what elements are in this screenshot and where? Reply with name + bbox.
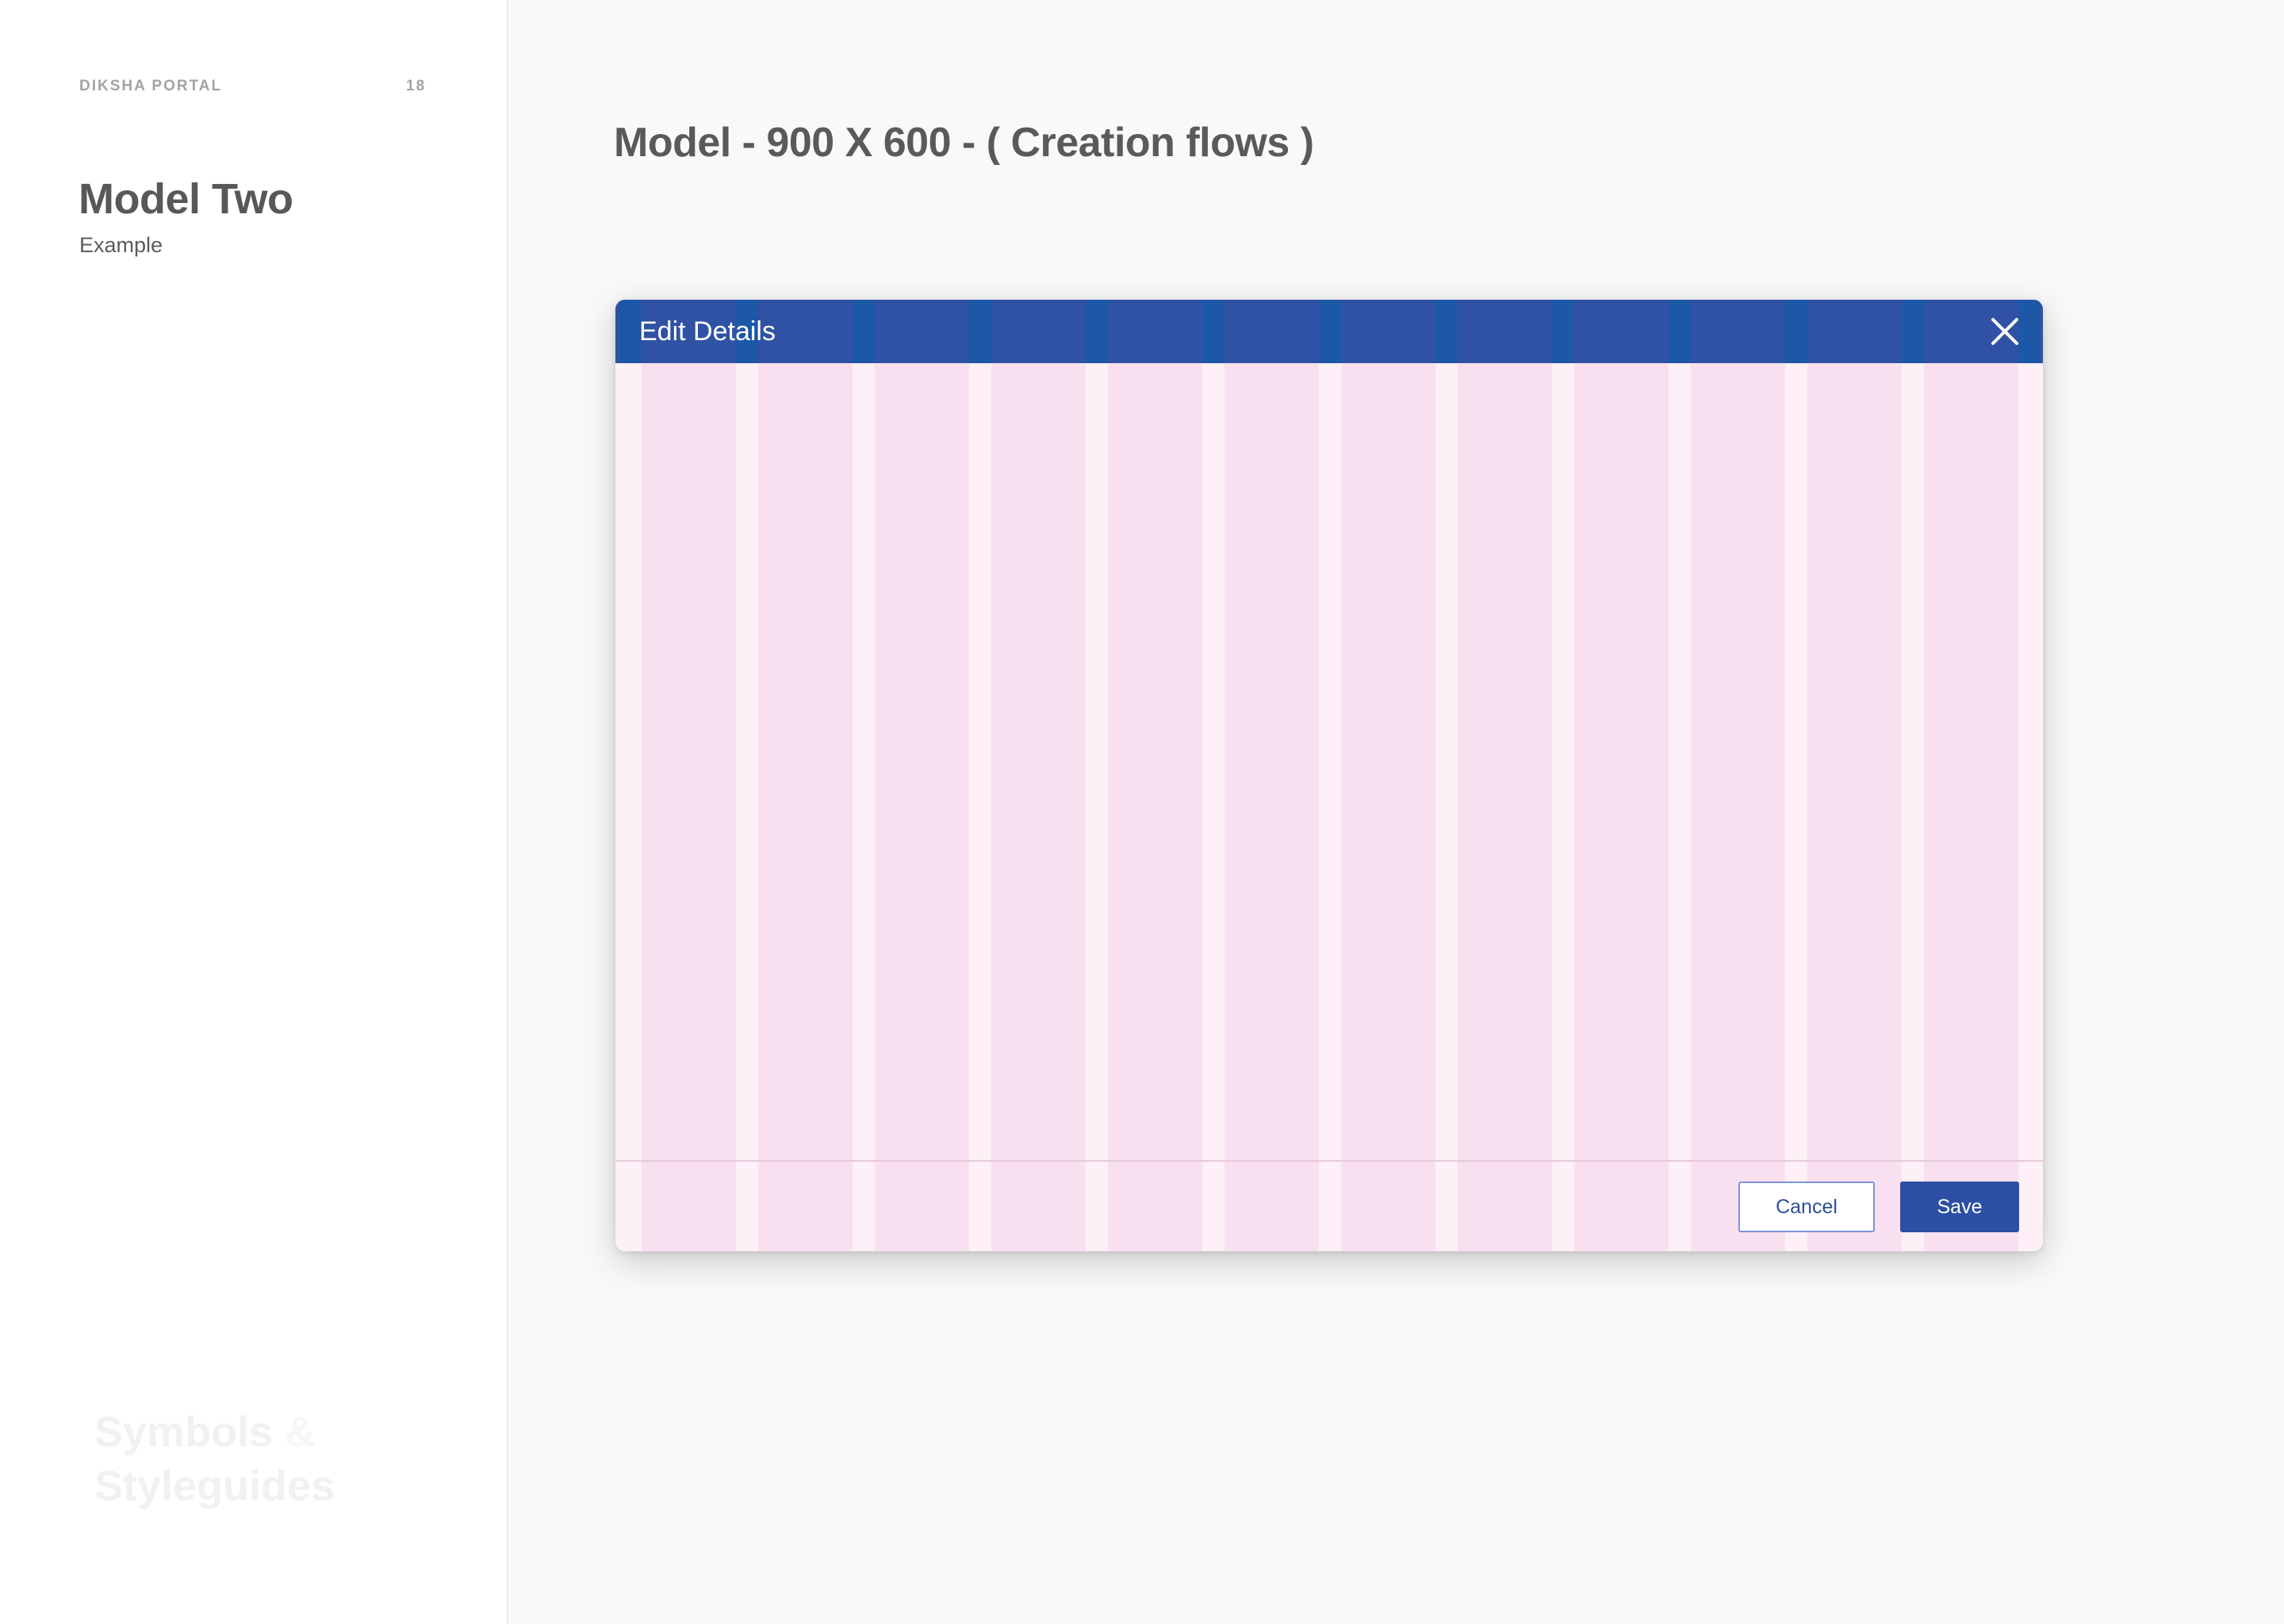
grid-column [1574, 363, 1669, 1251]
watermark-ampersand: & [285, 1408, 316, 1456]
grid-column [1458, 363, 1552, 1251]
grid-column [1924, 363, 2018, 1251]
grid-column [991, 363, 1086, 1251]
portal-label: DIKSHA PORTAL [79, 78, 223, 94]
close-icon [1991, 318, 2018, 345]
modal-title: Edit Details [639, 316, 776, 347]
sidebar: DIKSHA PORTAL 18 Model Two Example Symbo… [0, 0, 508, 1624]
watermark-line-2: Styleguides [94, 1462, 335, 1510]
grid-column [1224, 363, 1319, 1251]
grid-column [1691, 363, 1785, 1251]
page-title: Model - 900 X 600 - ( Creation flows ) [614, 120, 1314, 166]
cancel-button[interactable]: Cancel [1738, 1182, 1875, 1232]
grid-column [758, 363, 853, 1251]
watermark-logo-text: Symbols & Styleguides [94, 1405, 335, 1513]
edit-details-modal: Edit Details Cancel Save [615, 300, 2043, 1251]
grid-column [642, 363, 736, 1251]
grid-column [1108, 363, 1202, 1251]
grid-overlay [615, 300, 2043, 1251]
grid-column [875, 363, 969, 1251]
section-subtitle: Example [79, 233, 163, 257]
save-button[interactable]: Save [1900, 1182, 2019, 1232]
footer-divider [615, 1160, 2043, 1162]
modal-header [615, 300, 2043, 363]
close-button[interactable] [1989, 316, 2021, 347]
watermark-line-1: Symbols [94, 1408, 274, 1456]
grid-column [1807, 363, 1902, 1251]
grid-column [1341, 363, 1435, 1251]
page-number: 18 [406, 78, 427, 94]
section-title: Model Two [79, 175, 293, 223]
